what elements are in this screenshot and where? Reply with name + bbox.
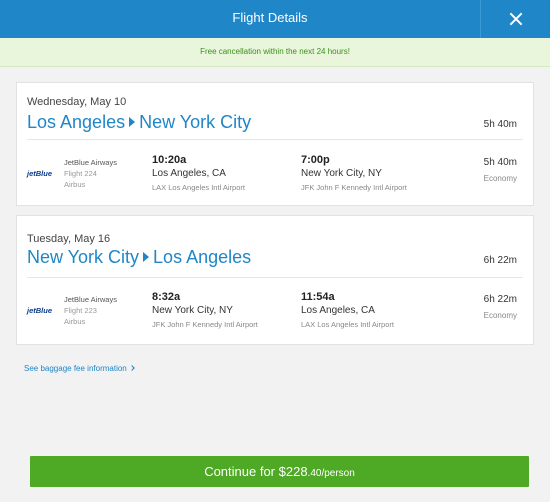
departure-info: 10:20a Los Angeles, CA LAX Los Angeles I…	[152, 153, 245, 194]
aircraft: Airbus	[64, 317, 86, 326]
arrival-time: 7:00p	[301, 154, 330, 166]
arrival-info: 11:54a Los Angeles, CA LAX Los Angeles I…	[301, 290, 394, 331]
close-button[interactable]	[480, 0, 550, 38]
flight-date: Tuesday, May 16	[27, 233, 111, 245]
route-arrow-icon	[143, 252, 150, 262]
arrival-city: New York City, NY	[301, 168, 382, 179]
route-arrow-icon	[129, 117, 136, 127]
arrival-airport: LAX Los Angeles Intl Airport	[301, 320, 394, 329]
flight-card-outbound: Wednesday, May 10 Los Angeles New York Ci…	[16, 82, 534, 206]
airline-info: JetBlue Airways Flight 223 Airbus	[64, 294, 117, 327]
baggage-fee-label[interactable]: See baggage fee information	[24, 364, 127, 373]
arrival-time: 11:54a	[301, 291, 335, 303]
modal-title: Flight Details	[232, 10, 308, 25]
departure-info: 8:32a New York City, NY JFK John F Kenne…	[152, 290, 258, 331]
segment-duration: 6h 22m	[483, 294, 517, 305]
arrival-city: Los Angeles, CA	[301, 305, 375, 316]
arrival-airport: JFK John F Kennedy Intl Airport	[301, 183, 407, 192]
trip-duration: 6h 22m	[483, 255, 517, 266]
departure-city: New York City, NY	[152, 305, 233, 316]
route-origin: Los Angeles	[27, 112, 126, 132]
departure-city: Los Angeles, CA	[152, 168, 226, 179]
jetblue-logo: jetBlue	[27, 306, 53, 315]
departure-time: 8:32a	[152, 291, 181, 303]
continue-button[interactable]: Continue for $228.40/person	[30, 456, 529, 487]
airline-info: JetBlue Airways Flight 224 Airbus	[64, 157, 117, 190]
chevron-right-icon	[128, 365, 135, 371]
divider	[27, 277, 523, 278]
airline-name: JetBlue Airways	[64, 158, 117, 167]
continue-price-cents: .40/person	[307, 468, 355, 479]
aircraft: Airbus	[64, 180, 86, 189]
route-destination: Los Angeles	[153, 247, 252, 267]
segment-duration-info: 5h 40m Economy	[484, 155, 517, 187]
arrival-info: 7:00p New York City, NY JFK John F Kenne…	[301, 153, 407, 194]
flight-segment: jetBlue JetBlue Airways Flight 223 Airbu…	[17, 290, 533, 335]
trip-duration: 5h 40m	[483, 119, 517, 130]
free-cancellation-notice: Free cancellation within the next 24 hou…	[0, 38, 550, 67]
airline-name: JetBlue Airways	[64, 295, 117, 304]
continue-price: $228	[278, 464, 308, 479]
baggage-fee-link[interactable]: See baggage fee information	[24, 364, 135, 373]
route-origin: New York City	[27, 247, 140, 267]
route-destination: New York City	[139, 112, 252, 132]
segment-duration: 5h 40m	[483, 157, 517, 168]
flight-segment: jetBlue JetBlue Airways Flight 224 Airbu…	[17, 153, 533, 198]
flight-number: Flight 223	[64, 306, 97, 315]
cabin-class: Economy	[483, 174, 517, 183]
jetblue-logo: jetBlue	[27, 169, 53, 178]
flight-date: Wednesday, May 10	[27, 96, 127, 108]
route-title: Los Angeles New York City	[27, 112, 251, 133]
flight-details-modal: Flight Details Free cancellation within …	[0, 0, 550, 502]
cabin-class: Economy	[483, 311, 517, 320]
departure-airport: LAX Los Angeles Intl Airport	[152, 183, 245, 192]
modal-header: Flight Details	[0, 0, 550, 38]
flight-number: Flight 224	[64, 169, 97, 178]
segment-duration-info: 6h 22m Economy	[484, 292, 517, 324]
departure-airport: JFK John F Kennedy Intl Airport	[152, 320, 258, 329]
flight-card-return: Tuesday, May 16 New York City Los Angeles…	[16, 215, 534, 345]
divider	[27, 139, 523, 140]
departure-time: 10:20a	[152, 154, 187, 166]
route-title: New York City Los Angeles	[27, 247, 251, 268]
continue-label: Continue for	[204, 464, 279, 479]
